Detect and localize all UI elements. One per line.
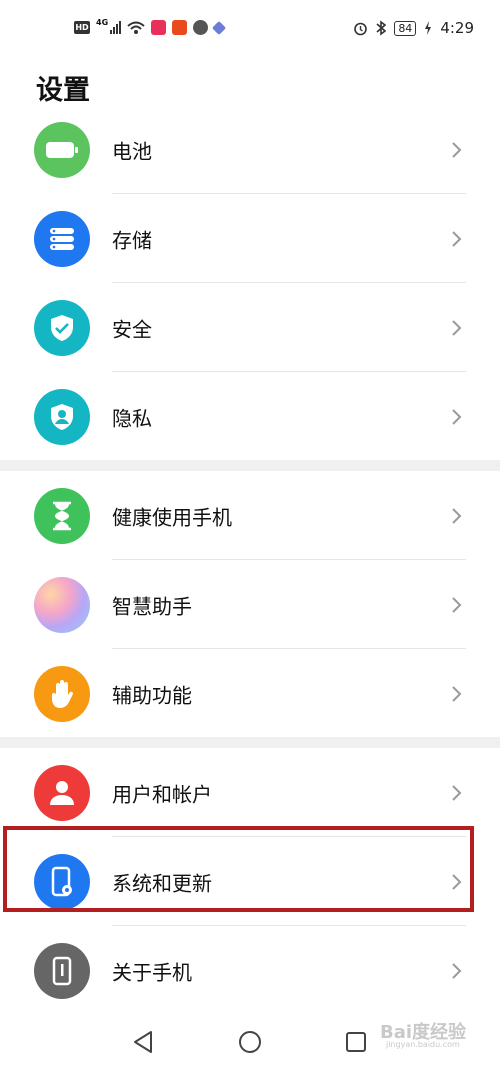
- chevron-right-icon: [452, 408, 462, 425]
- charging-icon: [425, 21, 432, 35]
- hand-icon: [34, 665, 90, 722]
- hd-icon: HD: [74, 21, 90, 34]
- chevron-right-icon: [452, 784, 462, 801]
- highlight-box: [3, 826, 474, 912]
- home-icon[interactable]: [238, 1030, 262, 1054]
- privacy-icon: [34, 388, 90, 445]
- chevron-right-icon: [452, 596, 462, 613]
- settings-item-label: 关于手机: [112, 960, 192, 984]
- signal-icon: [110, 21, 122, 34]
- settings-item-battery[interactable]: 电池: [0, 105, 500, 194]
- settings-item-label: 隐私: [112, 406, 152, 430]
- app-notification-icon: [172, 20, 188, 35]
- phone-info-icon: [34, 942, 90, 999]
- settings-item-smart-assistant[interactable]: 智慧助手: [0, 560, 500, 649]
- watermark-url: jingyan.baidu.com: [386, 1040, 460, 1049]
- status-bar: HD 4G 84 4:29: [0, 0, 500, 60]
- storage-icon: [34, 210, 90, 267]
- chevron-right-icon: [452, 962, 462, 979]
- chevron-right-icon: [452, 507, 462, 524]
- settings-item-privacy[interactable]: 隐私: [0, 372, 500, 461]
- hourglass-icon: [34, 487, 90, 544]
- section-gap: [0, 737, 500, 748]
- wifi-icon: [127, 21, 145, 34]
- chevron-right-icon: [452, 230, 462, 247]
- settings-item-security[interactable]: 安全: [0, 283, 500, 372]
- status-left: HD 4G: [74, 18, 227, 35]
- shield-check-icon: [34, 299, 90, 356]
- settings-item-label: 安全: [112, 317, 152, 341]
- network-label: 4G: [96, 18, 109, 27]
- settings-item-users-accounts[interactable]: 用户和帐户: [0, 748, 500, 837]
- settings-item-label: 辅助功能: [112, 683, 192, 707]
- battery-icon: [34, 121, 90, 178]
- user-icon: [34, 764, 90, 821]
- settings-item-accessibility[interactable]: 辅助功能: [0, 649, 500, 738]
- settings-item-storage[interactable]: 存储: [0, 194, 500, 283]
- back-icon[interactable]: [132, 1030, 154, 1054]
- status-right: 84 4:29: [353, 19, 474, 37]
- settings-item-label: 用户和帐户: [112, 782, 212, 806]
- recents-icon[interactable]: [345, 1031, 367, 1053]
- app-notification-icon: [193, 20, 209, 35]
- chevron-right-icon: [452, 141, 462, 158]
- settings-item-digital-balance[interactable]: 健康使用手机: [0, 471, 500, 560]
- chevron-right-icon: [452, 685, 462, 702]
- settings-item-label: 电池: [112, 139, 152, 163]
- alarm-icon: [354, 22, 368, 35]
- clock: 4:29: [440, 19, 474, 37]
- chevron-right-icon: [452, 319, 462, 336]
- settings-item-label: 智慧助手: [112, 594, 192, 618]
- battery-icon: 84: [394, 20, 417, 36]
- settings-item-label: 健康使用手机: [112, 505, 232, 529]
- settings-item-about-phone[interactable]: 关于手机: [0, 926, 500, 1015]
- bluetooth-icon: [376, 20, 387, 36]
- app-notification-icon: [212, 20, 227, 35]
- page-title: 设置: [36, 75, 90, 106]
- assistant-icon: [34, 576, 90, 633]
- settings-item-label: 存储: [112, 228, 152, 252]
- watermark: Bai度经验 jingyan.baidu.com: [380, 1018, 498, 1066]
- app-notification-icon: [151, 20, 167, 35]
- section-gap: [0, 460, 500, 471]
